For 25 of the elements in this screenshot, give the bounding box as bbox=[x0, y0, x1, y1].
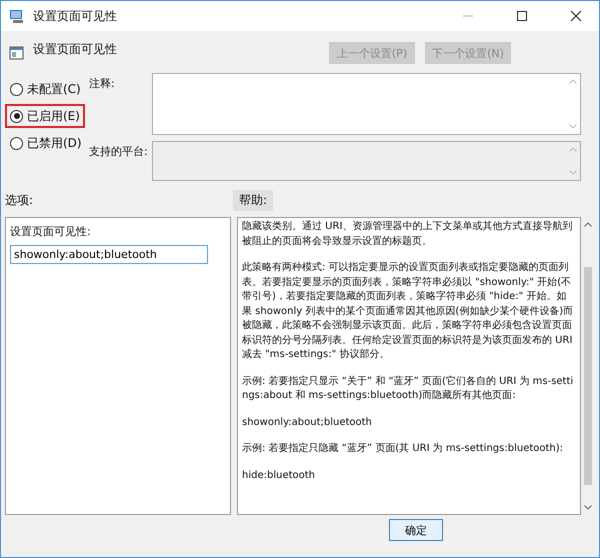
comment-label: 注释: bbox=[89, 76, 116, 92]
radio-option[interactable]: 未配置(C) bbox=[5, 77, 86, 101]
radio-option[interactable]: 已启用(E) bbox=[5, 104, 85, 128]
scroll-down-icon[interactable] bbox=[584, 505, 592, 510]
help-label: 帮助: bbox=[233, 190, 274, 210]
help-paragraph: 隐藏该类别。通过 URI、资源管理器中的上下文菜单或其他方式直接导航到被阻止的页面将会导致显示设置的标题页。 bbox=[242, 220, 574, 248]
scroll-up-icon[interactable] bbox=[584, 222, 592, 227]
input-field[interactable]: showonly:about;bluetooth bbox=[10, 245, 208, 264]
help-paragraph: 示例: 若要指定只隐藏 “蓝牙” 页面(其 URI 为 ms-settings:bluetooth): bbox=[242, 442, 564, 456]
help-paragraph: 示例: 若要指定只显示 “关于” 和 “蓝牙” 页面(它们各自的 URI 为 ms-settings:about 和 ms-settings:bluetooth)而隐藏所有其他页面: bbox=[242, 374, 574, 403]
policy-icon bbox=[9, 45, 25, 61]
options-label: 选项: bbox=[5, 192, 34, 208]
close-icon[interactable] bbox=[570, 10, 582, 22]
window-title: 设置页面可见性 bbox=[33, 8, 117, 24]
maximize-icon[interactable] bbox=[516, 10, 528, 22]
ok-button[interactable]: 确定 bbox=[389, 519, 443, 541]
platform-label: 支持的平台: bbox=[89, 144, 149, 160]
policy-title: 设置页面可见性 bbox=[33, 41, 117, 58]
radio-option[interactable]: 已禁用(D) bbox=[5, 131, 87, 155]
help-paragraph: 此策略有两种模式: 可以指定要显示的设置页面列表或指定要隐藏的页面列表。若要指定要显示的页面列表，策略字符串必须以 "showonly:" 开始(不带引号)，若要指定要隐藏的页面列表，策略字符串必须 "hide:" 开始。如果 showonly 列表中的某个页面通常因其他原因(例如缺少某个硬件设备)而被隐藏，此策略不会强制显示该页面。此后，策略字符串必须包含设置页面标识符的分号分隔列表。任何给定设置页面的标识符是为该页面发布的 URI 减去 "ms-settings:" 协议部分。 bbox=[242, 261, 574, 362]
scrollbar-thumb[interactable] bbox=[584, 267, 592, 485]
field-label: 设置页面可见性: bbox=[10, 224, 92, 239]
computer-icon bbox=[9, 8, 25, 24]
help-paragraph: hide:bluetooth bbox=[242, 468, 316, 482]
help-paragraph: showonly:about;bluetooth bbox=[242, 416, 373, 430]
